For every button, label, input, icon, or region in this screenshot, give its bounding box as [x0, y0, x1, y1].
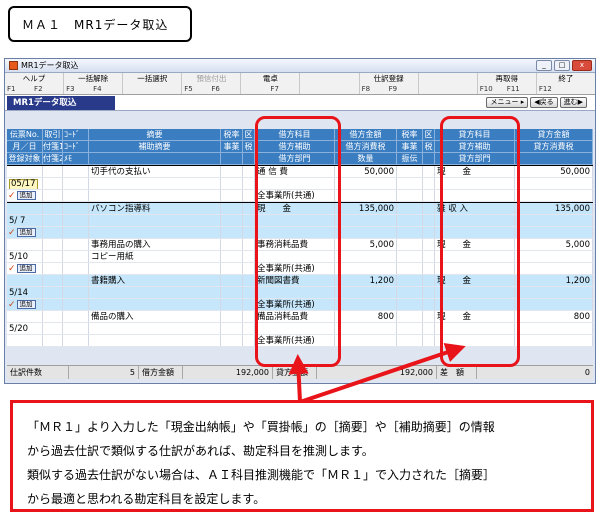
forward-button[interactable]: 進む▶ [559, 97, 587, 108]
fkey-bulk-clear[interactable]: 一括解除 F3 F4 [64, 73, 124, 94]
header-row-2: 月／日 付箋1 ｺｰﾄﾞ 補助摘要 事業 税 借方補助 借方消費税 事業 税 貸… [7, 141, 593, 153]
function-key-bar: ヘルプ F1 F2 一括解除 F3 F4 一括選択 預信付出 F5 F6 電卓 F7 仕訳登録… [5, 73, 595, 95]
fkey-bulk-select[interactable]: 一括選択 [123, 73, 183, 94]
credit-total: 192,000 [317, 366, 437, 379]
date-cell[interactable]: 5/10 [7, 251, 43, 262]
register-checkbox[interactable]: ✓ 追加 [7, 190, 43, 201]
credit-amount-cell[interactable]: 135,000 [515, 203, 593, 214]
add-button[interactable]: 追加 [16, 228, 36, 237]
fkey-help[interactable]: ヘルプ F1 F2 [5, 73, 65, 94]
credit-account-cell[interactable]: 現 金 [435, 239, 515, 250]
credit-total-label: 貸方金額 [273, 366, 317, 379]
count-label: 仕訳件数 [7, 366, 69, 379]
debit-total: 192,000 [183, 366, 273, 379]
journal-entry[interactable]: 書籍購入 新聞図書費 1,200 現 金 1,200 5/14 ✓ 追加 全事業所… [7, 275, 593, 311]
app-icon [9, 61, 18, 70]
back-button[interactable]: ◀戻る [530, 97, 558, 108]
credit-account-cell[interactable]: 雑 収 入 [435, 203, 515, 214]
date-cell[interactable]: 5/20 [7, 323, 43, 334]
register-checkbox[interactable]: ✓ 追加 [7, 227, 43, 238]
credit-account-cell[interactable]: 現 金 [435, 275, 515, 286]
register-checkbox[interactable]: ✓ 追加 [7, 263, 43, 274]
window-title: MR1データ取込 [21, 61, 79, 70]
debit-account-cell[interactable]: 新聞図書費 [255, 275, 335, 286]
debit-total-label: 借方金額 [139, 366, 183, 379]
diff-label: 差 額 [437, 366, 477, 379]
credit-amount-cell[interactable]: 5,000 [515, 239, 593, 250]
fkey-empty-2 [419, 73, 478, 94]
fkey-disabled: 預信付出 F5 F6 [182, 73, 242, 94]
check-icon: ✓ [8, 191, 16, 201]
debit-amount-cell[interactable]: 800 [335, 311, 397, 322]
add-button[interactable]: 追加 [16, 300, 36, 309]
header-row-3: 登録対象 付箋2 ﾒﾓ 借方部門 数量 振伝 貸方部門 [7, 153, 593, 165]
window-titlebar: MR1データ取込 _ □ x [5, 59, 595, 73]
diff-value: 0 [584, 368, 590, 377]
debit-amount-cell[interactable]: 135,000 [335, 203, 397, 214]
maximize-button[interactable]: □ [554, 60, 570, 71]
date-cell[interactable]: 5/ 7 [7, 215, 43, 226]
journal-entry[interactable]: 事務用品の購入 事務消耗品費 5,000 現 金 5,000 5/10 コピー用… [7, 239, 593, 275]
journal-entry[interactable]: 切手代の支払い 通 信 費 50,000 現 金 50,000 05/17 ✓ 追… [7, 165, 593, 203]
totals-bar: 仕訳件数 5 借方金額 192,000 貸方金額 192,000 差 額 0 [7, 365, 593, 379]
debit-amount-cell[interactable]: 1,200 [335, 275, 397, 286]
register-checkbox[interactable]: ✓ 追加 [7, 299, 43, 310]
page-title: ＭＡ１ MR1データ取込 [8, 6, 192, 42]
fkey-empty-1 [300, 73, 360, 94]
credit-amount-cell[interactable]: 800 [515, 311, 593, 322]
check-icon: ✓ [8, 228, 16, 238]
journal-entry[interactable]: 備品の購入 備品消耗品費 800 現 金 800 5/20 全事業所(共通) [7, 311, 593, 347]
debit-amount-cell[interactable]: 50,000 [335, 166, 397, 177]
close-button[interactable]: x [572, 60, 592, 71]
fkey-calculator[interactable]: 電卓 F7 [241, 73, 301, 94]
credit-amount-cell[interactable]: 1,200 [515, 275, 593, 286]
credit-account-cell[interactable]: 現 金 [435, 166, 515, 177]
date-cell[interactable]: 05/17 [7, 178, 43, 189]
add-button[interactable]: 追加 [16, 191, 36, 200]
header-row-1: 伝票No. 取引 ｺｰﾄﾞ 摘要 税率 区 借方科目 借方金額 税率 区 貸方科… [7, 129, 593, 141]
menu-button[interactable]: メニュー ▸ [486, 97, 529, 108]
debit-amount-cell[interactable]: 5,000 [335, 239, 397, 250]
check-icon: ✓ [8, 300, 16, 310]
fkey-exit[interactable]: 終了 F12 [537, 73, 595, 94]
explanation-callout: 「ＭＲ１」より入力した「現金出納帳」や「買掛帳」の［摘要］や［補助摘要］の情報 … [10, 400, 594, 512]
form-navbar: MR1データ取込 メニュー ▸ ◀戻る 進む▶ [5, 95, 595, 111]
debit-account-cell[interactable]: 備品消耗品費 [255, 311, 335, 322]
add-button[interactable]: 追加 [16, 264, 36, 273]
fkey-register-entry[interactable]: 仕訳登録 F8 F9 [360, 73, 419, 94]
date-cell[interactable]: 5/14 [7, 287, 43, 298]
count-value: 5 [69, 366, 139, 379]
check-icon: ✓ [8, 264, 16, 274]
journal-grid: 伝票No. 取引 ｺｰﾄﾞ 摘要 税率 区 借方科目 借方金額 税率 区 貸方科… [7, 129, 593, 347]
credit-account-cell[interactable]: 現 金 [435, 311, 515, 322]
debit-account-cell[interactable]: 事務消耗品費 [255, 239, 335, 250]
credit-amount-cell[interactable]: 50,000 [515, 166, 593, 177]
form-title: MR1データ取込 [7, 96, 115, 110]
fkey-reload[interactable]: 再取得 F10 F11 [478, 73, 537, 94]
app-window: MR1データ取込 _ □ x ヘルプ F1 F2 一括解除 F3 F4 一括選択 預信付… [4, 58, 596, 384]
debit-account-cell[interactable]: 通 信 費 [255, 166, 335, 177]
journal-entry[interactable]: パソコン指導料 現 金 135,000 雑 収 入 135,000 5/ 7 ✓… [7, 203, 593, 239]
debit-account-cell[interactable]: 現 金 [255, 203, 335, 214]
minimize-button[interactable]: _ [536, 60, 552, 71]
